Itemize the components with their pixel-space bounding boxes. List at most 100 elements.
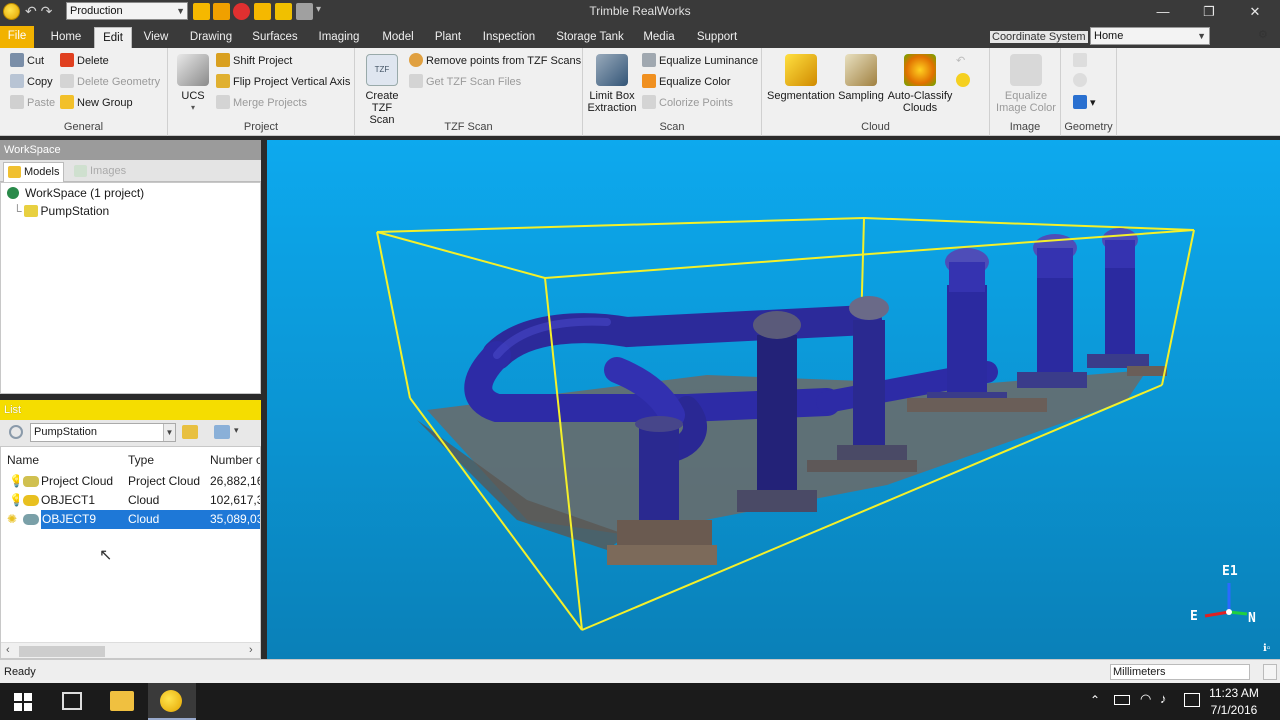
tree-root[interactable]: WorkSpace (1 project)	[7, 184, 144, 202]
table-row-selected[interactable]: ✺ OBJECT9 Cloud 35,089,03	[1, 509, 260, 530]
color-icon	[642, 74, 656, 88]
ucs-button[interactable]: UCS ▾	[176, 54, 210, 114]
models-icon	[8, 166, 21, 178]
tab-inspection[interactable]: Inspection	[476, 27, 542, 48]
get-tzf-files-button[interactable]: Get TZF Scan Files	[409, 73, 521, 91]
cloud-undo-icon[interactable]: ↶	[956, 52, 965, 70]
workspace-tabs: Models Images	[0, 160, 261, 182]
tray-chevron-up-icon[interactable]: ⌃	[1090, 693, 1100, 707]
tree-project[interactable]: └ PumpStation	[13, 202, 109, 220]
file-explorer-icon[interactable]	[110, 691, 134, 711]
delete-button[interactable]: Delete	[60, 52, 109, 70]
remove-points-button[interactable]: Remove points from TZF Scans	[409, 52, 581, 70]
tab-model[interactable]: Model	[376, 27, 420, 48]
tab-imaging[interactable]: Imaging	[311, 27, 367, 48]
restore-button[interactable]: ❐	[1186, 0, 1232, 24]
col-type[interactable]: Type	[128, 453, 154, 467]
minimize-button[interactable]: —	[1140, 0, 1186, 24]
table-row[interactable]: 💡 OBJECT1 Cloud 102,617,3	[1, 491, 260, 510]
visibility-bulb-on-icon[interactable]: ✺	[7, 510, 21, 529]
tab-storage-tank[interactable]: Storage Tank	[551, 27, 629, 48]
clock-time[interactable]: 11:23 AM	[1203, 686, 1265, 700]
cut-button[interactable]: Cut	[10, 52, 44, 70]
axis-indicator	[1204, 583, 1248, 618]
delete-geometry-button[interactable]: Delete Geometry	[60, 73, 160, 91]
project-cloud-icon	[23, 476, 39, 487]
tab-file[interactable]: File	[0, 26, 34, 48]
notifications-icon[interactable]	[1184, 693, 1200, 707]
tab-support[interactable]: Support	[690, 27, 744, 48]
close-button[interactable]: ✕	[1232, 0, 1278, 24]
chevron-down-icon[interactable]: ▾	[234, 425, 239, 436]
battery-icon[interactable]	[1114, 695, 1130, 705]
folder-up-icon[interactable]	[182, 425, 198, 439]
wifi-icon[interactable]: ◠	[1140, 691, 1151, 707]
flip-axis-button[interactable]: Flip Project Vertical Axis	[216, 73, 350, 91]
table-row[interactable]: 💡 Project Cloud Project Cloud 26,882,16	[1, 472, 260, 491]
auto-classify-button[interactable]: Auto-Classify Clouds	[886, 54, 954, 114]
tab-drawing[interactable]: Drawing	[183, 27, 239, 48]
merge-projects-button[interactable]: Merge Projects	[216, 94, 307, 112]
workspace-tree: WorkSpace (1 project) └ PumpStation	[0, 182, 261, 394]
col-name[interactable]: Name	[7, 453, 39, 467]
realworks-taskbar-icon[interactable]	[160, 690, 182, 712]
list-filter-select[interactable]: PumpStation ▼	[30, 423, 176, 442]
visibility-bulb-icon[interactable]: 💡	[9, 472, 19, 491]
tab-view[interactable]: View	[138, 27, 174, 48]
help-icon[interactable]: ⚙	[1258, 28, 1276, 46]
limit-box-button[interactable]: Limit Box Extraction	[587, 54, 637, 114]
geometry-tool-2-icon[interactable]	[1073, 72, 1090, 90]
equalize-color-button[interactable]: Equalize Color	[642, 73, 731, 91]
project-icon	[23, 205, 38, 217]
equalize-image-color-button[interactable]: Equalize Image Color	[992, 54, 1060, 114]
tab-edit[interactable]: Edit	[94, 27, 132, 48]
paste-button[interactable]: Paste	[10, 94, 55, 112]
create-tzf-button[interactable]: TZF Create TZF Scan	[361, 54, 403, 126]
tab-home[interactable]: Home	[44, 27, 88, 48]
equalize-luminance-button[interactable]: Equalize Luminance	[642, 52, 758, 70]
view-options-icon[interactable]	[214, 425, 230, 439]
units-button[interactable]	[1263, 664, 1277, 680]
coordinate-system-select[interactable]: Home ▼	[1090, 27, 1210, 45]
clock-date[interactable]: 7/1/2016	[1203, 703, 1265, 717]
search-icon[interactable]	[9, 425, 23, 439]
info-icon[interactable]: ℹ▫	[1263, 643, 1277, 655]
clipboard-icon	[10, 95, 24, 109]
geometry-tool-1-icon[interactable]	[1073, 52, 1090, 70]
delete-geometry-label: Delete Geometry	[77, 76, 161, 88]
tab-images[interactable]: Images	[70, 162, 130, 182]
scroll-left-icon[interactable]: ‹	[6, 644, 10, 656]
shift-project-button[interactable]: Shift Project	[216, 52, 292, 70]
copy-button[interactable]: Copy	[10, 73, 53, 91]
new-group-label: New Group	[77, 97, 133, 109]
volume-icon[interactable]: ♪	[1160, 691, 1167, 706]
units-field[interactable]: Millimeters	[1110, 664, 1250, 680]
sampling-button[interactable]: Sampling	[836, 54, 886, 102]
visibility-bulb-icon[interactable]: 💡	[9, 491, 19, 510]
geometry-round-icon	[1073, 73, 1087, 87]
3d-viewport[interactable]: E1 E N ℹ▫	[267, 140, 1280, 659]
geometry-tool-3-icon[interactable]: ▾	[1073, 94, 1096, 112]
tab-surfaces[interactable]: Surfaces	[247, 27, 303, 48]
tab-models[interactable]: Models	[3, 162, 65, 182]
status-text: Ready	[4, 666, 36, 678]
globe-icon	[7, 187, 19, 199]
tab-plant[interactable]: Plant	[428, 27, 468, 48]
list-toolbar: PumpStation ▼ ▾	[0, 420, 261, 446]
horizontal-scrollbar[interactable]: ‹ ›	[1, 642, 260, 658]
colorize-points-button[interactable]: Colorize Points	[642, 94, 733, 112]
cloud-light-icon[interactable]	[956, 72, 973, 90]
windows-start-icon[interactable]	[14, 693, 32, 711]
new-group-button[interactable]: New Group	[60, 94, 133, 112]
cloud-icon	[23, 514, 39, 525]
col-number[interactable]: Number o	[210, 453, 260, 467]
sampling-icon	[845, 54, 877, 86]
tab-media[interactable]: Media	[637, 27, 681, 48]
task-view-icon[interactable]	[62, 692, 82, 710]
tab-images-label: Images	[90, 165, 127, 177]
segmentation-button[interactable]: Segmentation	[766, 54, 836, 102]
tree-project-label: PumpStation	[40, 204, 110, 218]
scroll-right-icon[interactable]: ›	[249, 644, 253, 656]
chevron-down-icon: ▼	[1197, 31, 1206, 41]
scrollbar-thumb[interactable]	[19, 646, 105, 657]
